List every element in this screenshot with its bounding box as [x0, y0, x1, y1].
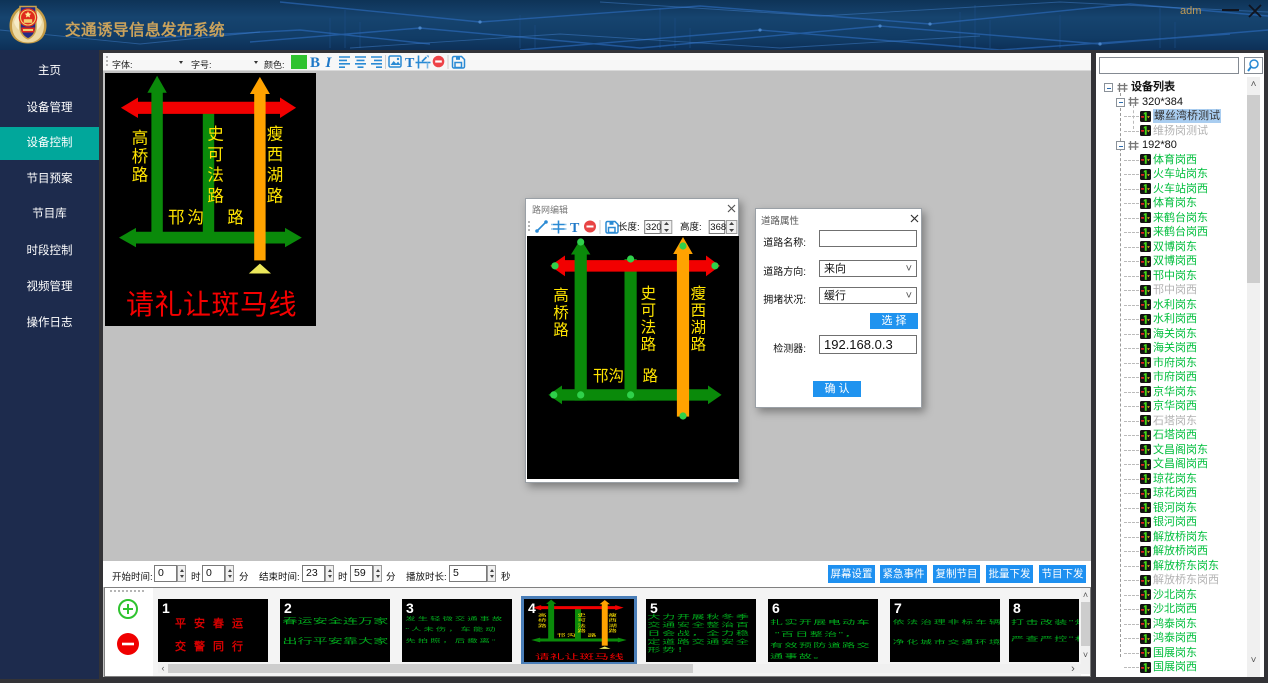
svg-text:形势！: 形势！ — [647, 646, 691, 654]
svg-text:路: 路 — [642, 367, 658, 385]
svg-text:路: 路 — [553, 321, 569, 339]
svg-text:路: 路 — [227, 208, 244, 227]
svg-text:史: 史 — [207, 125, 224, 144]
svg-text:可: 可 — [577, 618, 586, 623]
svg-text:日会战，全力稳: 日会战，全力稳 — [647, 629, 750, 637]
svg-text:邗沟: 邗沟 — [168, 208, 207, 227]
svg-text:请礼让斑马线: 请礼让斑马线 — [126, 289, 297, 320]
svg-text:西: 西 — [267, 146, 284, 164]
svg-text:路: 路 — [132, 165, 149, 184]
svg-text:I: I — [325, 55, 333, 71]
svg-text:"人未伤，车能动: "人未伤，车能动 — [405, 626, 497, 632]
svg-text:打击改装"炸街": 打击改装"炸街" — [1011, 618, 1079, 626]
svg-text:法: 法 — [207, 166, 224, 185]
svg-text:通事故。: 通事故。 — [770, 653, 828, 661]
svg-text:路: 路 — [207, 186, 224, 205]
svg-text:"百日整治"，: "百日整治"， — [775, 631, 859, 639]
svg-text:T: T — [570, 221, 580, 236]
svg-text:请礼让斑马线: 请礼让斑马线 — [535, 652, 624, 661]
svg-text:可: 可 — [641, 303, 657, 320]
svg-text:西: 西 — [691, 303, 707, 320]
svg-text:瘦: 瘦 — [267, 125, 284, 144]
svg-text:春运安全连万家: 春运安全连万家 — [282, 617, 388, 626]
svg-text:邗沟: 邗沟 — [593, 367, 624, 385]
svg-text:交通安全整治百: 交通安全整治百 — [647, 621, 750, 629]
svg-text:瘦: 瘦 — [691, 285, 707, 303]
svg-text:西: 西 — [608, 618, 617, 623]
svg-text:史: 史 — [641, 285, 657, 303]
svg-text:路: 路 — [691, 336, 707, 354]
svg-text:高: 高 — [553, 287, 569, 305]
svg-text:先拍照，后撤离": 先拍照，后撤离" — [405, 638, 497, 644]
svg-text:桥: 桥 — [553, 304, 569, 322]
svg-text:大力开展秋冬季: 大力开展秋冬季 — [647, 613, 750, 621]
svg-text:有效预防道路交: 有效预防道路交 — [770, 642, 871, 650]
svg-text:路: 路 — [267, 186, 284, 205]
svg-text:净化城市交通环境: 净化城市交通环境 — [893, 639, 1000, 646]
svg-text:可: 可 — [207, 146, 224, 164]
svg-text:B: B — [310, 55, 320, 71]
svg-text:高: 高 — [132, 128, 149, 147]
svg-text:发生轻微交通事故: 发生轻微交通事故 — [405, 616, 504, 622]
svg-text:法: 法 — [641, 319, 657, 337]
svg-text:路: 路 — [641, 336, 657, 354]
svg-text:368: 368 — [710, 222, 726, 233]
svg-text:出行平安靠大家: 出行平安靠大家 — [282, 637, 388, 646]
svg-text:湖: 湖 — [691, 319, 707, 337]
svg-text:高度:: 高度: — [680, 221, 702, 233]
svg-text:T: T — [405, 56, 415, 71]
svg-text:湖: 湖 — [267, 166, 284, 185]
svg-text:定道路交通安全: 定道路交通安全 — [647, 638, 750, 646]
svg-text:桥: 桥 — [132, 147, 149, 166]
svg-text:严查严控"机动: 严查严控"机动 — [1011, 635, 1079, 643]
svg-text:320: 320 — [646, 222, 662, 233]
svg-text:依法治理非标车辆: 依法治理非标车辆 — [893, 618, 1000, 625]
svg-text:扎实开展电动车: 扎实开展电动车 — [770, 618, 871, 626]
svg-text:长度:: 长度: — [618, 221, 640, 233]
